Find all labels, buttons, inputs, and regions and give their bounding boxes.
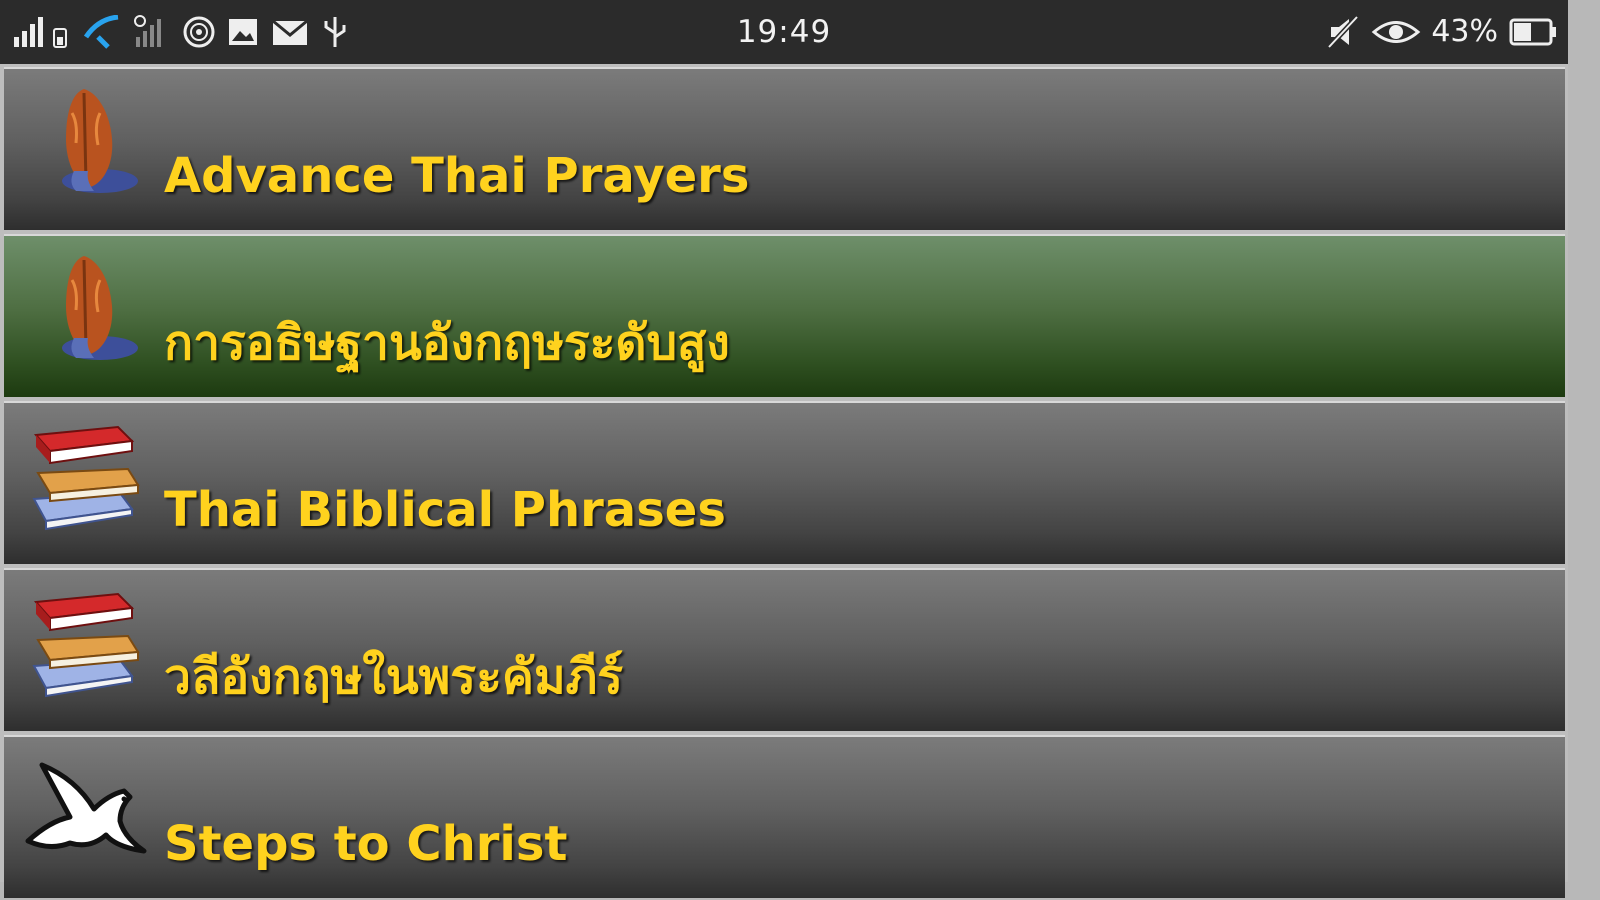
eye-icon bbox=[1372, 21, 1421, 43]
praying-hands-icon bbox=[62, 256, 138, 360]
status-bar: 19:49 43% bbox=[0, 0, 1568, 64]
menu-item-thai-biblical-phrases[interactable]: Thai Biblical Phrases bbox=[4, 401, 1565, 564]
menu-item-label: Advance Thai Prayers bbox=[164, 148, 750, 204]
battery-percent: 43% bbox=[1431, 14, 1498, 49]
dove-icon bbox=[25, 762, 147, 854]
praying-hands-icon bbox=[62, 89, 138, 193]
status-right-icons: 43% bbox=[1325, 12, 1558, 52]
menu-item-steps-to-christ[interactable]: Steps to Christ bbox=[4, 735, 1565, 898]
menu-item-label: Thai Biblical Phrases bbox=[164, 482, 726, 538]
books-icon bbox=[32, 425, 140, 531]
menu-item-english-phrases-in-bible[interactable]: วลีอังกฤษในพระคัมภีร์ bbox=[4, 568, 1565, 731]
books-icon bbox=[32, 592, 140, 698]
menu-item-label: วลีอังกฤษในพระคัมภีร์ bbox=[164, 649, 624, 705]
menu-item-label: Steps to Christ bbox=[164, 816, 568, 872]
mute-icon bbox=[1327, 15, 1360, 49]
menu-list: Advance Thai Prayers การอธิษฐานอังกฤษระด… bbox=[0, 64, 1568, 898]
menu-item-advance-thai-prayers[interactable]: Advance Thai Prayers bbox=[4, 67, 1565, 230]
menu-item-label: การอธิษฐานอังกฤษระดับสูง bbox=[164, 315, 730, 371]
battery-icon bbox=[1509, 18, 1556, 46]
menu-item-thai-advanced-prayers[interactable]: การอธิษฐานอังกฤษระดับสูง bbox=[4, 234, 1565, 397]
